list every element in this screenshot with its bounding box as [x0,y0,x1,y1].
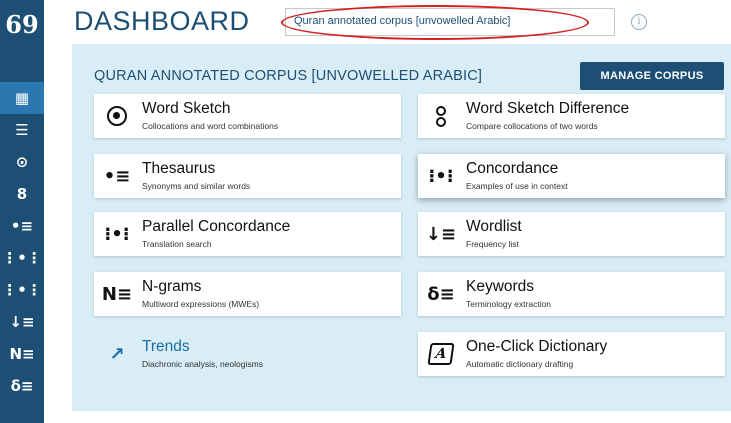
card-word-sketch[interactable]: Word Sketch Collocations and word combin… [94,94,401,138]
card-concordance[interactable]: ⁝•⁝ Concordance Examples of use in conte… [418,154,725,198]
corpus-heading: QURAN ANNOTATED CORPUS [UNVOWELLED ARABI… [94,68,483,84]
card-title: Parallel Concordance [142,218,291,235]
corpus-selector[interactable]: Quran annotated corpus [unvowelled Arabi… [285,8,615,36]
manage-corpus-button[interactable]: MANAGE CORPUS [580,62,724,90]
wordlist-icon: ↓≡ [425,223,457,245]
sidebar: 69 ▦ ☰ ⊙ 8 •≡ ⋮•⋮ ⋮•⋮ ↓≡ N≡ δ≡ [0,0,44,423]
card-wordlist[interactable]: ↓≡ Wordlist Frequency list [418,212,725,256]
thesaurus-icon[interactable]: •≡ [0,210,44,242]
card-thesaurus[interactable]: •≡ Thesaurus Synonyms and similar words [94,154,401,198]
card-one-click-dictionary[interactable]: A One-Click Dictionary Automatic diction… [418,332,725,376]
card-description: Synonyms and similar words [142,181,251,191]
card-title: Wordlist [466,218,522,235]
card-description: Multiword expressions (MWEs) [142,299,260,309]
card-title: Word Sketch Difference [466,100,630,117]
card-trends[interactable]: ↗ Trends Diachronic analysis, neologisms [94,332,401,376]
card-description: Terminology extraction [466,299,552,309]
trends-icon: ↗ [109,343,125,365]
parallel-concordance-icon[interactable]: ⋮•⋮ [0,274,44,306]
card-ngrams[interactable]: N≡ N-grams Multiword expressions (MWEs) [94,272,401,316]
concordance-icon[interactable]: ⋮•⋮ [0,242,44,274]
card-word-sketch-difference[interactable]: Word Sketch Difference Compare collocati… [418,94,725,138]
card-title: Concordance [466,160,559,177]
page-title: DASHBOARD [74,6,250,36]
card-title: N-grams [142,278,202,295]
parallel-concordance-icon: ⁝•⁝ [104,223,130,245]
word-sketch-icon [102,102,132,130]
keywords-icon[interactable]: δ≡ [0,370,44,402]
card-title: One-Click Dictionary [466,338,608,355]
word-sketch-icon[interactable]: ⊙ [0,146,44,178]
corpus-selector-value: Quran annotated corpus [unvowelled Arabi… [294,15,511,27]
card-description: Diachronic analysis, neologisms [142,359,263,369]
dictionary-book-icon: A [426,340,456,368]
card-description: Automatic dictionary drafting [466,359,574,369]
ngrams-icon: N≡ [101,283,133,305]
info-icon[interactable]: i [631,14,647,30]
card-description: Translation search [142,239,212,249]
card-title: Trends [142,338,190,355]
thesaurus-icon: •≡ [103,165,131,187]
wordlist-icon[interactable]: ↓≡ [0,306,44,338]
card-description: Frequency list [466,239,519,249]
card-description: Examples of use in context [466,181,568,191]
card-keywords[interactable]: δ≡ Keywords Terminology extraction [418,272,725,316]
card-title: Thesaurus [142,160,216,177]
card-parallel-concordance[interactable]: ⁝•⁝ Parallel Concordance Translation sea… [94,212,401,256]
dashboard-panel: QURAN ANNOTATED CORPUS [UNVOWELLED ARABI… [72,44,731,411]
logo[interactable]: 69 [0,0,44,48]
card-description: Compare collocations of two words [466,121,598,131]
ngrams-icon[interactable]: N≡ [0,338,44,370]
list-icon[interactable]: ☰ [0,114,44,146]
word-sketch-difference-icon[interactable]: 8 [0,178,44,210]
card-title: Keywords [466,278,535,295]
word-sketch-difference-icon [426,102,456,130]
keywords-icon: δ≡ [427,283,455,305]
card-title: Word Sketch [142,100,231,117]
concordance-icon: ⁝•⁝ [428,165,454,187]
dashboard-grid-icon[interactable]: ▦ [0,82,44,114]
card-description: Collocations and word combinations [142,121,279,131]
